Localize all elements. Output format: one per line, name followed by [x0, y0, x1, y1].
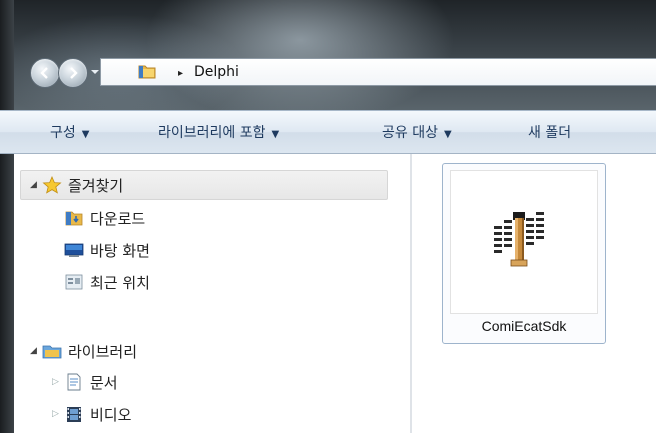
- desktop-icon: [64, 243, 84, 257]
- new-folder-button[interactable]: 새 폴더: [528, 122, 571, 142]
- recent-places-icon: [65, 274, 83, 290]
- folder-icon: [138, 65, 156, 79]
- chevron-down-icon: ▼: [443, 129, 452, 140]
- recent-places-label: 최근 위치: [90, 273, 150, 292]
- organize-button[interactable]: 구성 ▼: [50, 122, 89, 142]
- share-with-button[interactable]: 공유 대상 ▼: [382, 122, 452, 142]
- tree-item-libraries[interactable]: ◢ 라이브러리: [30, 339, 137, 363]
- chevron-down-icon: ▼: [271, 129, 280, 140]
- favorites-label: 즐겨찾기: [68, 176, 124, 195]
- documents-label: 문서: [90, 373, 118, 392]
- breadcrumb-separator[interactable]: ▸: [178, 68, 183, 79]
- back-arrow-icon: [40, 67, 48, 79]
- tree-item-recent-places[interactable]: 최근 위치: [64, 270, 150, 294]
- tree-item-desktop[interactable]: 바탕 화면: [64, 238, 150, 262]
- desktop-label: 바탕 화면: [90, 241, 150, 260]
- expand-triangle-icon[interactable]: ◢: [30, 180, 40, 190]
- tree-item-documents[interactable]: ▷ 문서: [52, 370, 118, 394]
- delphi-project-icon: [494, 212, 544, 267]
- include-in-library-button[interactable]: 라이브러리에 포함 ▼: [158, 122, 279, 142]
- address-bar[interactable]: [100, 58, 656, 86]
- window-frame-edge: [0, 0, 14, 433]
- include-in-library-label: 라이브러리에 포함: [158, 125, 266, 141]
- downloads-label: 다운로드: [90, 209, 146, 228]
- chevron-down-icon: ▼: [81, 129, 90, 140]
- window-chrome: [0, 0, 656, 110]
- collapse-triangle-icon[interactable]: ▷: [52, 409, 62, 419]
- tree-item-downloads[interactable]: 다운로드: [64, 206, 145, 230]
- file-name-label: ComiEcatSdk: [481, 318, 567, 334]
- tree-item-favorites[interactable]: ◢ 즐겨찾기: [30, 173, 123, 197]
- videos-label: 비디오: [90, 405, 132, 424]
- star-icon: [42, 176, 62, 194]
- forward-arrow-icon: [70, 67, 78, 79]
- libraries-icon: [42, 345, 62, 359]
- expand-triangle-icon[interactable]: ◢: [30, 346, 40, 356]
- organize-label: 구성: [50, 125, 76, 141]
- share-with-label: 공유 대상: [382, 125, 438, 141]
- tree-item-videos[interactable]: ▷ 비디오: [52, 402, 131, 426]
- collapse-triangle-icon[interactable]: ▷: [52, 377, 62, 387]
- back-button[interactable]: [30, 58, 60, 88]
- libraries-label: 라이브러리: [68, 342, 138, 361]
- downloads-folder-icon: [65, 211, 83, 226]
- videos-icon: [67, 407, 81, 422]
- breadcrumb-delphi[interactable]: Delphi: [194, 64, 239, 80]
- recent-pages-dropdown-icon[interactable]: [90, 68, 100, 76]
- forward-button[interactable]: [58, 58, 88, 88]
- documents-icon: [67, 373, 81, 391]
